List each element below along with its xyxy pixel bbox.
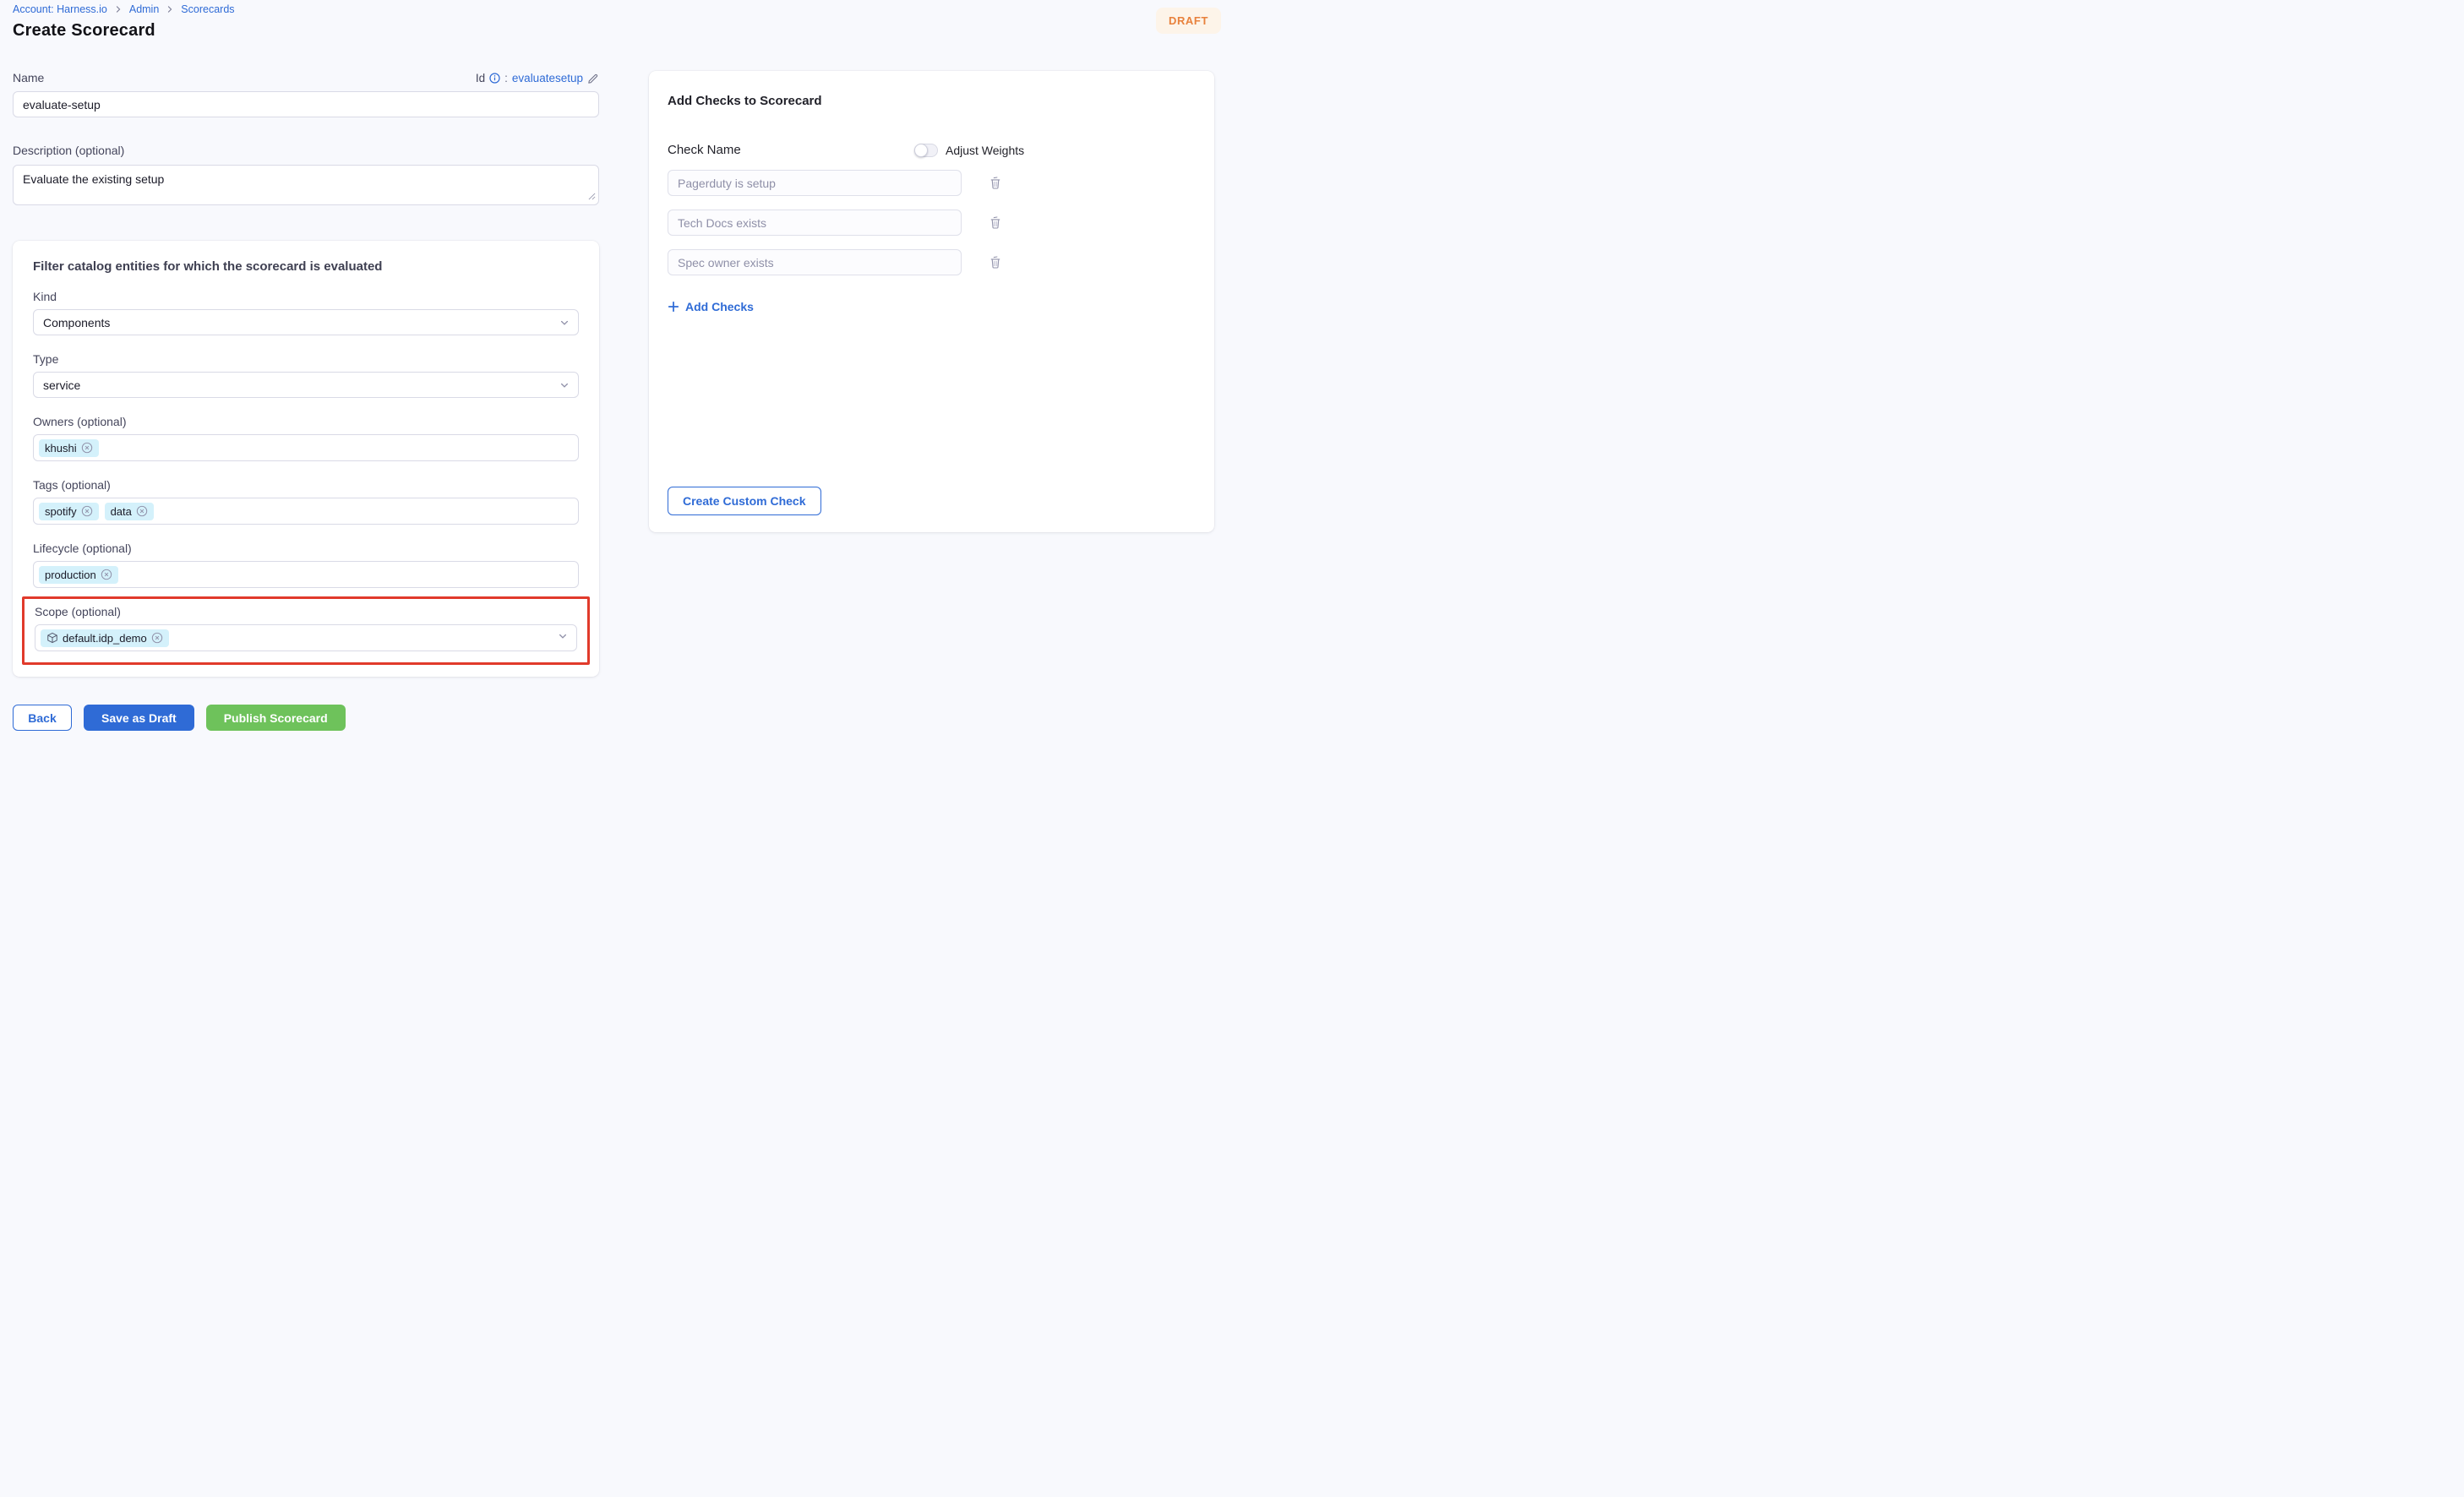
add-checks-label: Add Checks [685, 300, 754, 313]
scope-chip-label: default.idp_demo [63, 632, 147, 645]
tag-chip-label: spotify [45, 505, 77, 518]
filter-heading: Filter catalog entities for which the sc… [33, 259, 579, 274]
breadcrumb-link-account[interactable]: Account: Harness.io [13, 3, 107, 15]
adjust-weights-label: Adjust Weights [946, 144, 1024, 157]
breadcrumb-link-admin[interactable]: Admin [129, 3, 159, 15]
entity-id-group: Id : evaluatesetup [476, 72, 599, 84]
publish-scorecard-button[interactable]: Publish Scorecard [206, 705, 346, 731]
toggle-knob [914, 144, 928, 157]
type-selected-value: service [43, 378, 80, 392]
scope-highlight-box: Scope (optional) default.idp_demo [22, 596, 590, 665]
kind-field-group: Kind Components [33, 290, 579, 335]
remove-chip-icon[interactable] [136, 505, 148, 517]
tag-chip: data [105, 503, 154, 520]
id-label: Id [476, 72, 485, 84]
tag-chip-label: data [111, 505, 132, 518]
back-button[interactable]: Back [13, 705, 72, 731]
remove-chip-icon[interactable] [151, 632, 163, 644]
check-input[interactable] [668, 170, 962, 196]
delete-check-button[interactable] [987, 174, 1004, 192]
chevron-down-icon [559, 380, 570, 390]
check-input[interactable] [668, 249, 962, 275]
scope-label: Scope (optional) [35, 605, 577, 618]
scope-chip: default.idp_demo [41, 629, 169, 647]
remove-chip-icon[interactable] [81, 442, 93, 454]
lifecycle-chip-label: production [45, 569, 96, 581]
remove-chip-icon[interactable] [81, 505, 93, 517]
tags-input[interactable]: spotify data [33, 498, 579, 525]
name-input[interactable] [13, 91, 599, 117]
owners-label: Owners (optional) [33, 415, 579, 428]
page-title: Create Scorecard [13, 21, 155, 41]
filter-entities-card: Filter catalog entities for which the sc… [13, 241, 599, 677]
add-checks-card: Add Checks to Scorecard Check Name Adjus… [649, 71, 1214, 532]
chevron-down-icon [559, 318, 570, 328]
trash-icon [989, 255, 1002, 269]
check-name-label: Check Name [668, 143, 914, 157]
kind-label: Kind [33, 290, 579, 303]
check-input[interactable] [668, 210, 962, 236]
adjust-weights-toggle[interactable] [914, 144, 938, 157]
kind-selected-value: Components [43, 316, 110, 329]
kind-select[interactable]: Components [33, 309, 579, 335]
delete-check-button[interactable] [987, 214, 1004, 231]
add-checks-button[interactable]: Add Checks [668, 300, 754, 313]
check-row [668, 249, 1196, 275]
tag-chip: spotify [39, 503, 99, 520]
tags-field-group: Tags (optional) spotify data [33, 478, 579, 525]
lifecycle-label: Lifecycle (optional) [33, 542, 579, 555]
tags-label: Tags (optional) [33, 478, 579, 492]
check-name-row: Check Name Adjust Weights [668, 143, 1196, 157]
chevron-right-icon [114, 5, 123, 14]
add-checks-heading: Add Checks to Scorecard [668, 94, 1196, 108]
lifecycle-input[interactable]: production [33, 561, 579, 588]
name-label: Name [13, 71, 44, 84]
check-row [668, 210, 1196, 236]
scorecard-form: Name Id : evaluatesetup Description (opt… [13, 71, 599, 677]
owner-chip: khushi [39, 439, 99, 457]
footer-actions: Back Save as Draft Publish Scorecard [13, 705, 346, 731]
cube-icon [46, 632, 58, 644]
delete-check-button[interactable] [987, 253, 1004, 271]
info-icon[interactable] [489, 73, 500, 84]
breadcrumb: Account: Harness.io Admin Scorecards [13, 3, 235, 15]
description-label: Description (optional) [13, 144, 599, 157]
create-scorecard-page: Account: Harness.io Admin Scorecards Cre… [0, 0, 1232, 748]
chevron-down-icon [558, 630, 568, 645]
save-as-draft-button[interactable]: Save as Draft [84, 705, 194, 731]
status-badge: DRAFT [1156, 8, 1221, 34]
id-value-link[interactable]: evaluatesetup [512, 72, 583, 84]
trash-icon [989, 215, 1002, 230]
lifecycle-field-group: Lifecycle (optional) production [33, 542, 579, 588]
id-separator: : [504, 72, 508, 84]
remove-chip-icon[interactable] [101, 569, 112, 580]
type-field-group: Type service [33, 352, 579, 398]
edit-pencil-icon[interactable] [587, 73, 599, 84]
owners-field-group: Owners (optional) khushi [33, 415, 579, 461]
resize-handle-icon[interactable] [588, 189, 596, 204]
scope-select[interactable]: default.idp_demo [35, 624, 577, 651]
create-custom-check-button[interactable]: Create Custom Check [668, 487, 821, 515]
scope-field-group: Scope (optional) default.idp_demo [35, 605, 577, 651]
check-row [668, 170, 1196, 196]
type-select[interactable]: service [33, 372, 579, 398]
owner-chip-label: khushi [45, 442, 77, 455]
trash-icon [989, 176, 1002, 190]
plus-icon [668, 301, 679, 313]
chevron-right-icon [166, 5, 174, 14]
lifecycle-chip: production [39, 566, 118, 584]
breadcrumb-link-scorecards[interactable]: Scorecards [181, 3, 234, 15]
owners-input[interactable]: khushi [33, 434, 579, 461]
description-textarea[interactable] [13, 165, 599, 205]
type-label: Type [33, 352, 579, 366]
